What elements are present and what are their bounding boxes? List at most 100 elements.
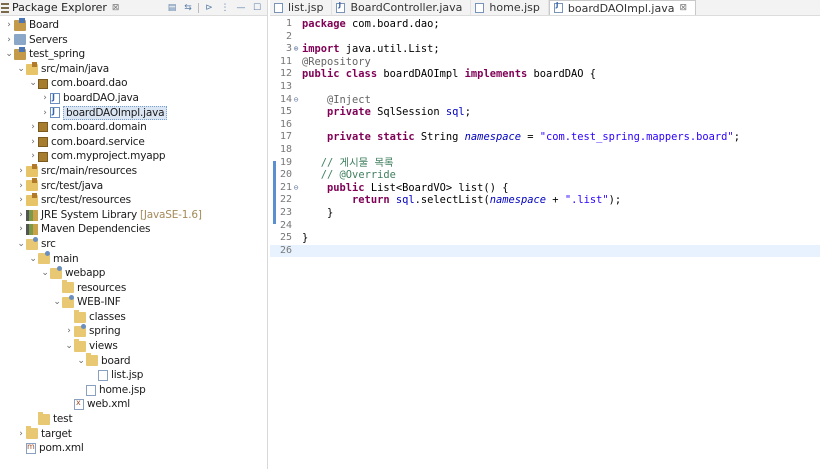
tree-item-label: src/test/java xyxy=(41,179,103,192)
package-explorer-title[interactable]: Package Explorer xyxy=(12,1,107,14)
code-line[interactable]: 13 xyxy=(270,81,820,94)
collapsed-chevron-icon[interactable]: › xyxy=(28,120,38,135)
code-line[interactable]: 3 ⊕ import java.util.List; xyxy=(270,43,820,56)
tree-item-pom-xml[interactable]: pom.xml xyxy=(0,440,267,456)
lib-icon xyxy=(26,224,38,236)
editor-tab[interactable]: BoardController.java xyxy=(332,0,472,15)
collapsed-chevron-icon[interactable]: › xyxy=(40,106,50,121)
tree-item-web-inf[interactable]: ⌄ WEB-INF xyxy=(0,295,267,310)
expanded-chevron-icon[interactable]: ⌄ xyxy=(16,237,26,252)
editor-tab[interactable]: home.jsp xyxy=(471,0,549,15)
code-line[interactable]: 14 ⊖ @Inject xyxy=(270,94,820,107)
code-editor[interactable]: 1 package com.board.dao; 2 3 ⊕ import java.ut… xyxy=(270,16,820,258)
collapsed-chevron-icon[interactable]: › xyxy=(16,164,26,179)
fold-toggle-icon[interactable]: ⊖ xyxy=(292,94,300,107)
code-line[interactable]: 18 xyxy=(270,144,820,157)
expanded-chevron-icon[interactable]: ⌄ xyxy=(76,354,86,369)
collapse-all-icon[interactable]: ▤ xyxy=(166,2,178,14)
tree-item-com-board-service[interactable]: › com.board.service xyxy=(0,135,267,150)
view-menu-icon[interactable]: ⋮ xyxy=(219,2,231,14)
collapsed-chevron-icon[interactable]: › xyxy=(16,193,26,208)
code-line[interactable]: 2 xyxy=(270,31,820,44)
code-line[interactable]: 20 // @Override xyxy=(270,169,820,182)
editor-tab[interactable]: boardDAOImpl.java ⊠ xyxy=(548,0,696,15)
tree-item-target[interactable]: › target xyxy=(0,426,267,442)
code-line[interactable]: 1 package com.board.dao; xyxy=(270,18,820,31)
folder-icon xyxy=(74,309,86,323)
tree-item-maven-dependencies[interactable]: › Maven Dependencies xyxy=(0,222,267,237)
package-explorer-toolbar: ▤ ⇆ ⊳ ⋮ — ☐ xyxy=(166,1,263,15)
tree-item-main[interactable]: ⌄ main xyxy=(0,251,267,267)
package-icon xyxy=(38,78,48,89)
code-line[interactable]: 22 return sql.selectList(namespace + ".l… xyxy=(270,194,820,207)
code-line[interactable]: 19 // 게시물 목록 xyxy=(270,157,820,170)
collapsed-chevron-icon[interactable]: › xyxy=(28,135,38,150)
editor-area: list.jsp BoardController.java home.jsp boar… xyxy=(270,0,820,469)
tree-item-test-spring[interactable]: ⌄ test_spring xyxy=(0,46,267,62)
tree-item-jre-system-library[interactable]: › JRE System Library [JavaSE-1.6] xyxy=(0,208,267,223)
tree-item-label: src/main/java xyxy=(41,62,110,75)
expanded-chevron-icon[interactable]: ⌄ xyxy=(28,76,38,91)
tree-item-webapp[interactable]: ⌄ webapp xyxy=(0,265,267,281)
code-line[interactable]: 21 ⊖ public List<BoardVO> list() { xyxy=(270,182,820,195)
close-icon[interactable]: ⊠ xyxy=(112,3,120,13)
tree-item-src-main-java[interactable]: ⌄ src/main/java xyxy=(0,61,267,77)
tree-item-label: pom.xml xyxy=(39,442,84,455)
fold-toggle-icon[interactable]: ⊕ xyxy=(292,43,300,56)
tree-item-label: spring xyxy=(89,325,121,338)
collapsed-chevron-icon[interactable]: › xyxy=(16,179,26,194)
fold-toggle-icon[interactable]: ⊖ xyxy=(292,182,300,195)
code-line[interactable]: 26 xyxy=(270,244,820,258)
expanded-chevron-icon[interactable]: ⌄ xyxy=(16,62,26,77)
code-line[interactable]: 25} xyxy=(270,232,820,245)
code-line[interactable]: 24 xyxy=(270,220,820,233)
minimize-icon[interactable]: — xyxy=(235,2,247,14)
tree-item-servers[interactable]: › Servers xyxy=(0,33,267,48)
expanded-chevron-icon[interactable]: ⌄ xyxy=(64,339,74,354)
collapsed-chevron-icon[interactable]: › xyxy=(16,427,26,442)
tree-item-classes[interactable]: classes xyxy=(0,309,267,325)
tree-item-com-board-dao[interactable]: ⌄ com.board.dao xyxy=(0,76,267,91)
java-file-icon xyxy=(553,1,563,13)
tree-item-test[interactable]: test xyxy=(0,411,267,427)
tree-item-home-jsp[interactable]: home.jsp xyxy=(0,383,267,398)
link-with-editor-icon[interactable]: ⇆ xyxy=(182,2,194,14)
tree-item-label: com.board.service xyxy=(51,135,145,148)
collapsed-chevron-icon[interactable]: › xyxy=(40,91,50,106)
expanded-chevron-icon[interactable]: ⌄ xyxy=(4,47,14,62)
close-tab-icon[interactable]: ⊠ xyxy=(679,3,687,13)
collapsed-chevron-icon[interactable]: › xyxy=(4,18,14,33)
collapsed-chevron-icon[interactable]: › xyxy=(16,208,26,223)
tree-item-spring[interactable]: › spring xyxy=(0,324,267,339)
tree-item-src[interactable]: ⌄ src xyxy=(0,236,267,252)
tree-item-boarddao-java[interactable]: › boardDAO.java xyxy=(0,91,267,106)
code-line[interactable]: 12 public class boardDAOImpl implements b… xyxy=(270,68,820,81)
tree-item-src-main-resources[interactable]: › src/main/resources xyxy=(0,163,267,179)
tree-item-com-board-domain[interactable]: › com.board.domain xyxy=(0,120,267,135)
code-line[interactable]: 23 } xyxy=(270,207,820,220)
tree-item-list-jsp[interactable]: list.jsp xyxy=(0,368,267,383)
tree-item-web-xml[interactable]: web.xml xyxy=(0,396,267,412)
maximize-icon[interactable]: ☐ xyxy=(251,2,263,14)
collapsed-chevron-icon[interactable]: › xyxy=(16,222,26,237)
expanded-chevron-icon[interactable]: ⌄ xyxy=(40,266,50,281)
expanded-chevron-icon[interactable]: ⌄ xyxy=(52,295,62,310)
collapsed-chevron-icon[interactable]: › xyxy=(64,324,74,339)
code-line[interactable]: 17 private static String namespace = "co… xyxy=(270,131,820,144)
tree-item-views[interactable]: ⌄ views xyxy=(0,338,267,354)
code-line[interactable]: 16 xyxy=(270,119,820,132)
code-line[interactable]: 15 private SqlSession sql; xyxy=(270,106,820,119)
collapsed-chevron-icon[interactable]: › xyxy=(28,149,38,164)
expanded-chevron-icon[interactable]: ⌄ xyxy=(28,252,38,267)
tree-item-boarddaoimpl-java[interactable]: › boardDAOImpl.java xyxy=(0,105,267,121)
code-line[interactable]: 11 @Repository xyxy=(270,56,820,69)
tree-item-board[interactable]: › Board xyxy=(0,17,267,33)
tree-item-src-test-java[interactable]: › src/test/java xyxy=(0,178,267,194)
tree-item-board-folder[interactable]: ⌄ board xyxy=(0,353,267,369)
collapsed-chevron-icon[interactable]: › xyxy=(4,33,14,48)
focus-icon[interactable]: ⊳ xyxy=(203,2,215,14)
tree-item-resources[interactable]: resources xyxy=(0,280,267,296)
editor-tab[interactable]: list.jsp xyxy=(270,0,333,15)
tree-item-com-myproject-myapp[interactable]: › com.myproject.myapp xyxy=(0,149,267,164)
tree-item-src-test-resources[interactable]: › src/test/resources xyxy=(0,192,267,208)
